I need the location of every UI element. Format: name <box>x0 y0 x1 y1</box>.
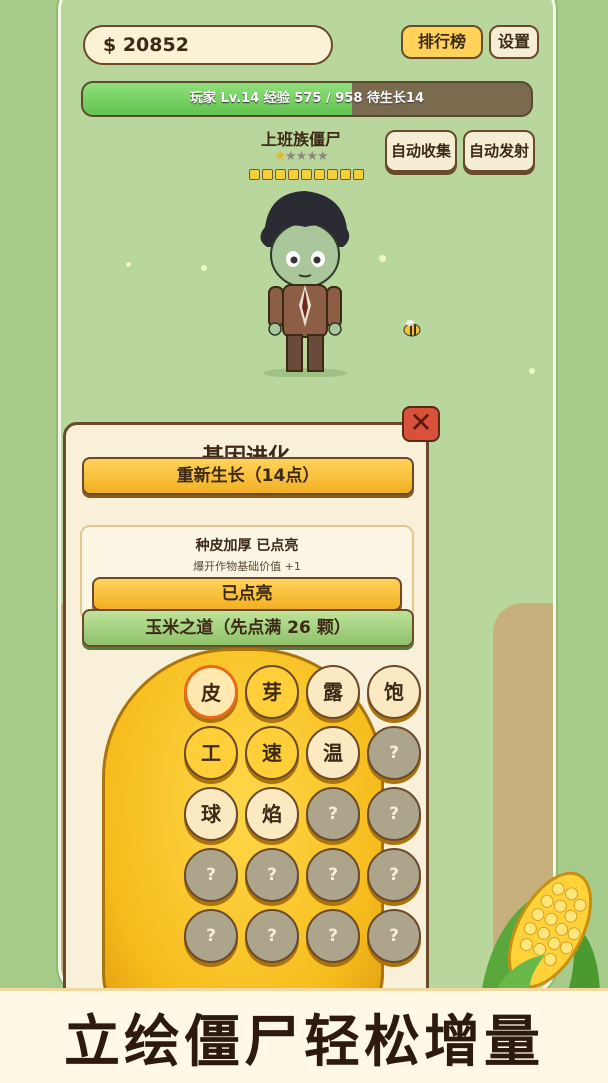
close-icon: ✕ <box>409 406 433 439</box>
zombie-name: 上班族僵尸 <box>260 130 341 149</box>
promo-caption-banner: 立绘僵尸轻松增量 <box>0 988 608 1083</box>
star-icon: ★ <box>274 149 286 164</box>
gene-node-r1-c1[interactable]: 速 <box>245 726 299 780</box>
star-icon: ★ <box>285 149 297 164</box>
firefly <box>126 262 131 267</box>
skill-card: 种皮加厚 已点亮 爆开作物基础价值 +1 已点亮 <box>80 525 414 621</box>
auto-collect-button[interactable]: 自动收集 <box>385 130 457 172</box>
gene-node-r4-c1[interactable]: ? <box>245 909 299 963</box>
close-button[interactable]: ✕ <box>402 406 440 442</box>
corn-path-button[interactable]: 玉米之道（先点满 26 颗） <box>82 609 414 647</box>
gene-node-r3-c1[interactable]: ? <box>245 848 299 902</box>
firefly <box>379 255 386 262</box>
gene-node-r0-c0[interactable]: 皮 <box>184 665 238 719</box>
bee-icon <box>403 320 421 337</box>
level-dot <box>339 169 351 180</box>
skill-lit-button[interactable]: 已点亮 <box>92 577 402 611</box>
skill-name: 种皮加厚 已点亮 <box>195 538 299 554</box>
settings-button[interactable]: 设置 <box>489 25 539 59</box>
skill-description: 爆开作物基础价值 +1 <box>193 560 301 573</box>
auto-fire-button[interactable]: 自动发射 <box>463 130 535 172</box>
level-dot <box>313 169 325 180</box>
gene-node-r4-c3[interactable]: ? <box>367 909 421 963</box>
gene-node-r1-c0[interactable]: 工 <box>184 726 238 780</box>
level-dot <box>300 169 312 180</box>
regrow-button[interactable]: 重新生长（14点） <box>82 457 414 495</box>
promo-caption: 立绘僵尸轻松增量 <box>64 1010 544 1075</box>
xp-text: 玩家 Lv.14 经验 575 / 958 待生长14 <box>190 91 424 106</box>
gene-node-r4-c0[interactable]: ? <box>184 909 238 963</box>
firefly <box>201 265 207 271</box>
gene-node-r3-c0[interactable]: ? <box>184 848 238 902</box>
level-dot <box>326 169 338 180</box>
xp-bar: 玩家 Lv.14 经验 575 / 958 待生长14 <box>81 81 533 117</box>
gene-node-r0-c1[interactable]: 芽 <box>245 665 299 719</box>
zombie-level-dots <box>246 169 366 180</box>
gene-node-r3-c3[interactable]: ? <box>367 848 421 902</box>
gene-node-r2-c3[interactable]: ? <box>367 787 421 841</box>
star-icon: ★ <box>306 149 318 164</box>
zombie-character[interactable] <box>245 187 365 377</box>
money-display: $ 20852 <box>83 25 333 65</box>
gene-node-r2-c1[interactable]: 焰 <box>245 787 299 841</box>
level-dot <box>274 169 286 180</box>
gene-node-r1-c2[interactable]: 温 <box>306 726 360 780</box>
star-icon: ★ <box>316 149 329 164</box>
star-icon: ★ <box>295 149 308 164</box>
level-dot <box>352 169 364 180</box>
corn-icon <box>480 871 600 1000</box>
firefly <box>529 368 535 374</box>
gene-node-r1-c3[interactable]: ? <box>367 726 421 780</box>
gene-node-r2-c0[interactable]: 球 <box>184 787 238 841</box>
level-dot <box>248 169 260 180</box>
level-dot <box>261 169 273 180</box>
gene-node-r2-c2[interactable]: ? <box>306 787 360 841</box>
level-dot <box>287 169 299 180</box>
gene-node-r0-c2[interactable]: 露 <box>306 665 360 719</box>
zombie-stars: ★★★★★ <box>251 149 351 164</box>
gene-node-r3-c2[interactable]: ? <box>306 848 360 902</box>
gene-node-r4-c2[interactable]: ? <box>306 909 360 963</box>
leaderboard-button[interactable]: 排行榜 <box>401 25 483 59</box>
gene-node-r0-c3[interactable]: 饱 <box>367 665 421 719</box>
